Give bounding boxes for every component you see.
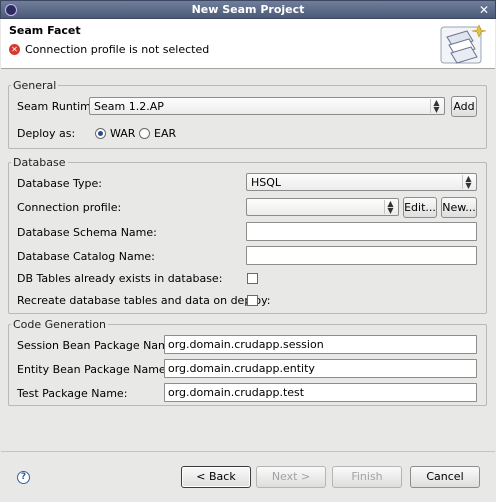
seam-runtime-label: Seam Runtime xyxy=(17,100,98,113)
database-type-select[interactable]: HSQL ▲ ▼ xyxy=(246,173,477,191)
session-package-label: Session Bean Package Name: xyxy=(17,339,180,352)
new-profile-button[interactable]: New... xyxy=(441,197,477,218)
window-title: New Seam Project xyxy=(191,3,305,16)
entity-package-label: Entity Bean Package Name: xyxy=(17,363,170,376)
test-package-value: org.domain.crudapp.test xyxy=(168,386,305,399)
window-titlebar: New Seam Project ✕ xyxy=(0,0,496,19)
finish-button[interactable]: Finish xyxy=(332,466,402,488)
general-legend: General xyxy=(13,79,57,92)
test-package-label: Test Package Name: xyxy=(17,387,128,400)
error-message: Connection profile is not selected xyxy=(25,43,210,56)
deploy-ear-radio[interactable] xyxy=(139,128,150,139)
connection-profile-label: Connection profile: xyxy=(17,201,122,214)
help-icon[interactable]: ? xyxy=(17,471,30,484)
page-title: Seam Facet xyxy=(9,24,81,37)
seam-runtime-select[interactable]: Seam 1.2.AP ▲ ▼ xyxy=(89,97,445,115)
code-generation-legend: Code Generation xyxy=(13,318,107,331)
schema-name-input[interactable] xyxy=(246,222,477,241)
tables-exist-checkbox[interactable] xyxy=(247,273,258,284)
recreate-tables-checkbox[interactable] xyxy=(247,295,258,306)
database-type-label: Database Type: xyxy=(17,177,102,190)
connection-profile-select[interactable]: ▲ ▼ xyxy=(246,198,399,216)
catalog-name-input[interactable] xyxy=(246,246,477,265)
test-package-input[interactable]: org.domain.crudapp.test xyxy=(164,383,477,402)
combo-arrow-icon: ▲ ▼ xyxy=(430,99,442,114)
deploy-war-radio[interactable] xyxy=(95,128,106,139)
deploy-war-label: WAR xyxy=(110,127,136,140)
cancel-button[interactable]: Cancel xyxy=(410,466,480,488)
session-package-input[interactable]: org.domain.crudapp.session xyxy=(164,335,477,354)
recreate-tables-label: Recreate database tables and data on dep… xyxy=(17,294,271,307)
add-runtime-button[interactable]: Add xyxy=(451,96,477,117)
combo-arrow-icon: ▲ ▼ xyxy=(462,175,474,190)
database-type-value: HSQL xyxy=(251,176,282,189)
next-button[interactable]: Next > xyxy=(256,466,326,488)
seam-wizard-banner-icon xyxy=(440,24,487,64)
footer-separator xyxy=(1,451,495,452)
wizard-header: Seam Facet ✕ Connection profile is not s… xyxy=(1,19,495,69)
back-button[interactable]: < Back xyxy=(181,466,251,488)
error-icon: ✕ xyxy=(9,44,20,55)
close-icon[interactable]: ✕ xyxy=(477,3,491,17)
seam-runtime-value: Seam 1.2.AP xyxy=(94,100,164,113)
schema-name-label: Database Schema Name: xyxy=(17,226,157,239)
deploy-as-label: Deploy as: xyxy=(17,127,76,140)
tables-exist-label: DB Tables already exists in database: xyxy=(17,272,223,285)
error-message-row: ✕ Connection profile is not selected xyxy=(9,43,209,56)
edit-profile-button[interactable]: Edit... xyxy=(403,197,437,218)
session-package-value: org.domain.crudapp.session xyxy=(168,338,324,351)
deploy-ear-label: EAR xyxy=(154,127,177,140)
combo-arrow-icon: ▲ ▼ xyxy=(384,200,396,215)
entity-package-value: org.domain.crudapp.entity xyxy=(168,362,315,375)
catalog-name-label: Database Catalog Name: xyxy=(17,250,155,263)
database-legend: Database xyxy=(13,156,66,169)
entity-package-input[interactable]: org.domain.crudapp.entity xyxy=(164,359,477,378)
